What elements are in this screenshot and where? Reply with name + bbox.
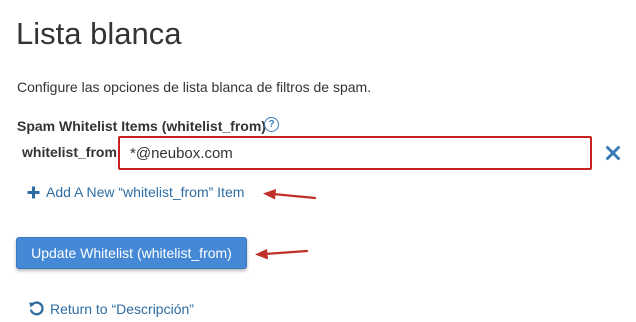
update-whitelist-button[interactable]: Update Whitelist (whitelist_from) — [16, 237, 247, 269]
page-title: Lista blanca — [16, 16, 182, 51]
return-link[interactable]: Return to “Descripción” — [28, 300, 194, 317]
undo-arrow-icon — [29, 301, 44, 316]
whitelist-from-input[interactable] — [118, 136, 592, 170]
page-description: Configure las opciones de lista blanca d… — [17, 79, 372, 95]
remove-item-icon[interactable] — [605, 145, 621, 161]
whitelist-from-label: whitelist_from — [22, 144, 117, 160]
section-label: Spam Whitelist Items (whitelist_from) — [17, 118, 266, 134]
annotation-arrow-update — [255, 249, 309, 260]
plus-icon — [27, 186, 40, 198]
add-new-item-link[interactable]: Add A New “whitelist_from” Item — [27, 184, 244, 200]
annotation-arrow-add — [263, 189, 317, 200]
return-label: Return to “Descripción” — [50, 300, 194, 317]
help-icon[interactable]: ? — [264, 117, 279, 132]
add-new-item-label: Add A New “whitelist_from” Item — [46, 184, 245, 200]
